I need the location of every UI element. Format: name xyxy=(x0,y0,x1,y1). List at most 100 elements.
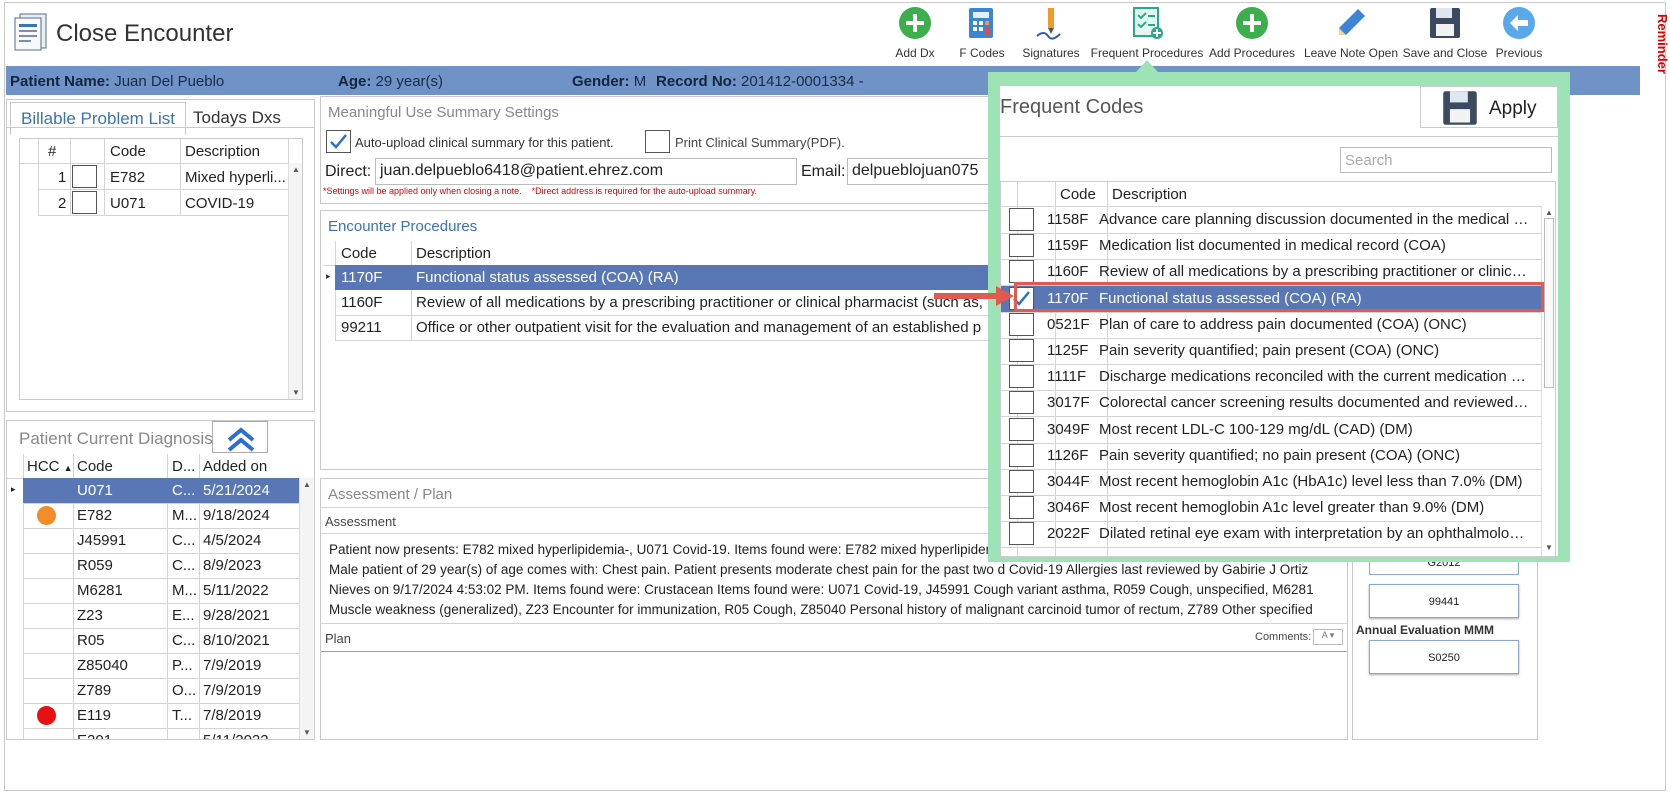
current-diagnosis-scrollbar[interactable]: ▲ ▼ xyxy=(299,478,313,739)
checkmark-icon xyxy=(330,134,347,149)
encounter-procedures-grid: Code Description 1170F Functional status… xyxy=(323,241,1021,341)
add-procedures-button[interactable]: Add Procedures xyxy=(1206,6,1298,60)
previous-button[interactable]: Previous xyxy=(1490,6,1548,60)
code-checkbox[interactable] xyxy=(1009,365,1034,389)
problem-list-scrollbar[interactable]: ▲ ▼ xyxy=(288,163,302,399)
code-row[interactable]: 3049F Most recent LDL-C 100-129 mg/dL (CA… xyxy=(1001,417,1541,444)
table-row[interactable]: M6281 M... 5/11/2022 xyxy=(23,578,299,604)
row-description: Functional status assessed (COA) (RA) xyxy=(416,269,679,286)
patient-name: Juan Del Pueblo xyxy=(114,73,225,90)
frequent-procedures-button[interactable]: Frequent Procedures xyxy=(1090,6,1204,60)
apply-button[interactable]: Apply xyxy=(1420,86,1558,128)
row-code: 1159F xyxy=(1047,237,1089,255)
header-code[interactable]: Code xyxy=(110,143,146,160)
code-button-99441[interactable]: 99441 xyxy=(1369,584,1519,618)
header-code[interactable]: Code xyxy=(77,458,113,475)
code-checkbox[interactable] xyxy=(1009,260,1034,284)
row-description: Plan of care to address pain documented … xyxy=(1099,315,1467,333)
print-summary-checkbox[interactable] xyxy=(645,130,670,153)
reminder-tab[interactable]: Reminder xyxy=(1655,14,1670,74)
leave-note-open-button[interactable]: Leave Note Open xyxy=(1300,6,1402,60)
row-code: R059 xyxy=(77,557,113,574)
signatures-button[interactable]: Signatures xyxy=(1018,6,1084,60)
table-row-selected[interactable]: U071 C... 5/21/2024 xyxy=(23,478,299,504)
add-dx-label: Add Dx xyxy=(895,46,935,60)
row-description: Office or other outpatient visit for the… xyxy=(416,319,982,336)
row-added-on: 4/5/2024 xyxy=(203,532,262,549)
code-checkbox[interactable] xyxy=(1009,208,1034,231)
header-code[interactable]: Code xyxy=(341,245,377,262)
floppy-disk-icon xyxy=(1430,8,1460,38)
code-checkbox[interactable] xyxy=(1009,339,1034,362)
header-code[interactable]: Code xyxy=(1060,186,1096,203)
row-num: 1 xyxy=(58,169,67,186)
table-row[interactable]: Z85040 P... 7/9/2019 xyxy=(23,653,299,679)
code-checkbox[interactable] xyxy=(1009,496,1034,520)
header-num: # xyxy=(48,143,57,160)
header-description[interactable]: Description xyxy=(416,245,491,262)
save-and-close-button[interactable]: Save and Close xyxy=(1402,6,1488,60)
auto-upload-checkbox[interactable] xyxy=(326,130,351,153)
direct-address-input[interactable]: juan.delpueblo6418@patient.ehrez.com xyxy=(375,158,797,185)
code-row[interactable]: 1126F Pain severity quantified; no pain p… xyxy=(1001,443,1541,470)
row-d: C... xyxy=(172,557,196,574)
code-row[interactable]: 1125F Pain severity quantified; pain pres… xyxy=(1001,338,1541,365)
row-indicator-icon: ▸ xyxy=(326,271,331,281)
row-description: Pain severity quantified; no pain presen… xyxy=(1099,446,1460,464)
tab-todays-dxs[interactable]: Todays Dxs xyxy=(183,102,291,134)
record-number: 201412-0001334 - xyxy=(741,73,864,90)
add-dx-button[interactable]: Add Dx xyxy=(890,6,940,60)
row-d: O... xyxy=(172,682,197,699)
row-added-on: 5/11/2022 xyxy=(203,732,269,739)
table-row[interactable]: E119 T... 7/8/2019 xyxy=(23,703,299,729)
auto-upload-label: Auto-upload clinical summary for this pa… xyxy=(355,135,614,150)
header-hcc[interactable]: HCC ▲ xyxy=(27,458,73,475)
code-row[interactable]: 3044F Most recent hemoglobin A1c (HbA1c) … xyxy=(1001,469,1541,496)
code-checkbox[interactable] xyxy=(1009,470,1034,493)
plan-textarea[interactable] xyxy=(321,653,1347,739)
header-d[interactable]: D... xyxy=(172,458,195,475)
code-row[interactable]: 1158F Advance care planning discussion do… xyxy=(1001,207,1541,234)
row-added-on: 8/10/2021 xyxy=(203,632,270,649)
search-input[interactable]: Search xyxy=(1340,147,1552,173)
header-description[interactable]: Description xyxy=(185,143,260,160)
header-added-on[interactable]: Added on xyxy=(203,458,267,475)
frequent-codes-title: Frequent Codes xyxy=(1000,96,1144,118)
table-row[interactable]: E201 5/11/2022 xyxy=(23,728,299,739)
code-checkbox[interactable] xyxy=(1009,312,1034,336)
header-description[interactable]: Description xyxy=(1112,186,1187,203)
row-code: 3049F xyxy=(1047,420,1090,438)
code-row[interactable]: 2022F Dilated retinal eye exam with inter… xyxy=(1001,521,1541,549)
row-checkbox[interactable] xyxy=(72,165,97,188)
code-button-s0250[interactable]: S0250 xyxy=(1369,640,1519,674)
comments-dropdown[interactable]: A ▾ xyxy=(1313,629,1343,645)
f-codes-button[interactable]: F Codes xyxy=(952,6,1012,60)
code-row[interactable]: 3046F Most recent hemoglobin A1c level gr… xyxy=(1001,495,1541,523)
table-row-selected[interactable]: 1170F Functional status assessed (COA) (… xyxy=(335,265,1021,290)
table-row[interactable]: Z789 O... 7/9/2019 xyxy=(23,678,299,704)
row-description: Pain severity quantified; pain present (… xyxy=(1099,342,1440,359)
code-checkbox[interactable] xyxy=(1009,417,1034,441)
current-diagnosis-grid: HCC ▲ Code D... Added on U071 C... 5/21/20… xyxy=(7,454,314,739)
code-row[interactable]: 1111F Discharge medications reconciled wi… xyxy=(1001,364,1541,392)
table-row[interactable]: E782 M... 9/18/2024 xyxy=(23,503,299,529)
code-checkbox[interactable] xyxy=(1009,234,1034,258)
tab-billable-problem-list[interactable]: Billable Problem List xyxy=(10,102,187,135)
row-description: COVID-19 xyxy=(185,195,255,212)
add-procedures-label: Add Procedures xyxy=(1208,46,1296,60)
table-row[interactable]: J45991 C... 4/5/2024 xyxy=(23,528,299,554)
pencil-icon xyxy=(1339,9,1365,35)
frequent-codes-scrollbar[interactable]: ▲ ▼ xyxy=(1541,206,1555,556)
table-row[interactable]: Z23 E... 9/28/2021 xyxy=(23,603,299,629)
row-checkbox[interactable] xyxy=(72,191,97,214)
code-row[interactable]: 1159F Medication list documented in medic… xyxy=(1001,233,1541,261)
code-row[interactable]: 0521F Plan of care to address pain docume… xyxy=(1001,312,1541,339)
code-checkbox[interactable] xyxy=(1009,522,1034,546)
code-row[interactable]: 3017F Colorectal cancer screening results… xyxy=(1001,390,1541,418)
code-checkbox[interactable] xyxy=(1009,391,1034,415)
row-code: M6281 xyxy=(77,582,123,599)
table-row[interactable]: R05 C... 8/10/2021 xyxy=(23,628,299,654)
code-checkbox[interactable] xyxy=(1009,443,1034,467)
collapse-button[interactable] xyxy=(212,421,268,453)
table-row[interactable]: R059 C... 8/9/2023 xyxy=(23,553,299,579)
